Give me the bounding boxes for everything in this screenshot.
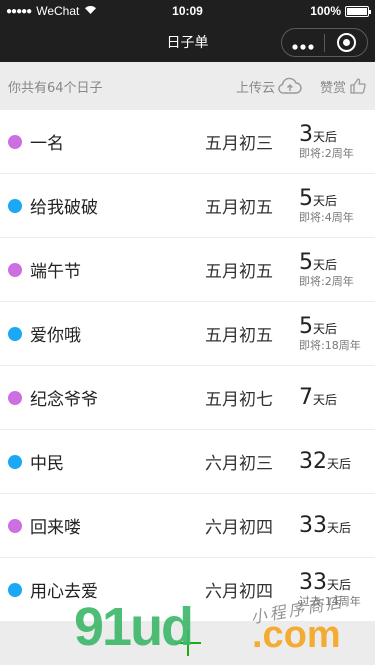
lunar-date: 六月初四 — [205, 518, 273, 538]
bottom-bar — [0, 621, 375, 665]
countdown-line: 5 天后 — [299, 187, 367, 211]
lunar-date: 五月初五 — [205, 198, 273, 218]
thumbs-up-icon — [350, 78, 366, 94]
page-title: 日子单 — [166, 35, 209, 51]
category-dot — [8, 518, 22, 533]
cloud-upload-icon — [278, 77, 302, 94]
countdown-line: 32 天后 — [299, 448, 367, 474]
days-number: 7 — [299, 384, 313, 410]
days-number: 5 — [299, 250, 313, 275]
close-miniprogram-button[interactable] — [325, 33, 367, 52]
countdown: 7 天后 — [297, 384, 367, 410]
wifi-icon — [84, 5, 97, 18]
days-number: 5 — [299, 314, 313, 339]
status-bar: ●●●●● WeChat 10:09 100% — [0, 0, 375, 22]
day-name: 纪念爷爷 — [30, 390, 98, 410]
countdown: 5 天后 即将:18周年 — [297, 315, 367, 353]
day-name: 中民 — [30, 454, 64, 474]
category-dot — [8, 454, 22, 469]
days-unit: 天后 — [313, 194, 338, 208]
lunar-date: 六月初三 — [205, 454, 273, 474]
day-row[interactable]: 回来喽 六月初四 33 天后 — [0, 494, 375, 558]
day-row[interactable]: 端午节 五月初五 5 天后 即将:2周年 — [0, 238, 375, 302]
days-unit: 天后 — [313, 130, 338, 144]
day-row[interactable]: 用心去爱 六月初四 33 天后 过去:14周年 — [0, 558, 375, 622]
countdown-line: 33 天后 — [299, 571, 367, 595]
category-dot — [8, 262, 22, 277]
day-name: 爱你哦 — [30, 326, 81, 346]
miniprogram-capsule — [281, 28, 368, 57]
days-unit: 天后 — [313, 258, 338, 272]
days-number: 32 — [299, 448, 327, 474]
signal-icon: ●●●●● — [6, 5, 32, 17]
summary-bar: 你共有64个日子 上传云 赞赏 — [0, 62, 375, 110]
days-count-text: 你共有64个日子 — [8, 80, 103, 96]
lunar-date: 五月初三 — [205, 134, 273, 154]
days-number: 33 — [299, 512, 327, 538]
nav-bar: 日子单 — [0, 22, 375, 62]
add-day-button[interactable] — [174, 630, 201, 656]
anniversary-note: 过去:14周年 — [299, 595, 361, 608]
days-number: 33 — [299, 570, 327, 595]
category-dot — [8, 390, 22, 405]
upload-cloud-button[interactable]: 上传云 — [236, 77, 302, 96]
lunar-date: 五月初七 — [205, 390, 273, 410]
countdown: 5 天后 即将:4周年 — [297, 187, 367, 225]
day-row[interactable]: 一名 五月初三 3 天后 即将:2周年 — [0, 110, 375, 174]
day-row[interactable]: 给我破破 五月初五 5 天后 即将:4周年 — [0, 174, 375, 238]
day-name: 一名 — [30, 134, 64, 154]
countdown: 33 天后 — [297, 512, 367, 538]
days-unit: 天后 — [327, 456, 352, 471]
countdown: 3 天后 即将:2周年 — [297, 123, 367, 161]
ring-dot — [342, 39, 350, 46]
days-unit: 天后 — [327, 520, 352, 535]
category-dot — [8, 134, 22, 149]
category-dot — [8, 326, 22, 341]
countdown-line: 7 天后 — [299, 384, 367, 410]
days-number: 3 — [299, 122, 313, 147]
day-name: 端午节 — [30, 262, 81, 282]
lunar-date: 六月初四 — [205, 582, 273, 602]
day-row[interactable]: 纪念爷爷 五月初七 7 天后 — [0, 366, 375, 430]
countdown-line: 33 天后 — [299, 512, 367, 538]
category-dot — [8, 582, 22, 597]
anniversary-note: 即将:4周年 — [299, 211, 354, 224]
day-row[interactable]: 爱你哦 五月初五 5 天后 即将:18周年 — [0, 302, 375, 366]
anniversary-note: 即将:2周年 — [299, 275, 354, 288]
day-row[interactable]: 中民 六月初三 32 天后 — [0, 430, 375, 494]
close-ring-icon — [336, 33, 356, 52]
days-list: 一名 五月初三 3 天后 即将:2周年 给我破破 五月初五 5 天后 即将:4周年 端午节 五月初五 5… — [0, 110, 375, 622]
summary-actions: 上传云 赞赏 — [236, 77, 367, 96]
reward-button[interactable]: 赞赏 — [320, 77, 367, 96]
more-menu-button[interactable] — [282, 35, 324, 51]
more-dots-icon — [292, 43, 314, 50]
day-name: 给我破破 — [30, 198, 98, 218]
countdown: 33 天后 过去:14周年 — [297, 571, 367, 609]
countdown-line: 5 天后 — [299, 315, 367, 339]
anniversary-note: 即将:18周年 — [299, 339, 361, 352]
status-left: ●●●●● WeChat — [6, 4, 97, 18]
day-name: 用心去爱 — [30, 582, 98, 602]
upload-label: 上传云 — [235, 80, 275, 96]
category-dot — [8, 198, 22, 213]
lunar-date: 五月初五 — [205, 262, 273, 282]
countdown-line: 3 天后 — [299, 123, 367, 147]
status-right: 100% — [310, 4, 371, 18]
days-unit: 天后 — [327, 578, 352, 592]
battery-icon — [345, 5, 371, 17]
countdown-line: 5 天后 — [299, 251, 367, 275]
countdown: 5 天后 即将:2周年 — [297, 251, 367, 289]
battery-fill — [347, 7, 367, 15]
days-unit: 天后 — [313, 322, 338, 336]
days-unit: 天后 — [313, 392, 338, 407]
carrier-label: WeChat — [36, 4, 80, 18]
day-name: 回来喽 — [30, 518, 81, 538]
anniversary-note: 即将:2周年 — [299, 147, 354, 160]
reward-label: 赞赏 — [319, 80, 346, 96]
lunar-date: 五月初五 — [205, 326, 273, 346]
battery-percent: 100% — [310, 4, 341, 18]
countdown: 32 天后 — [297, 448, 367, 474]
days-number: 5 — [299, 186, 313, 211]
